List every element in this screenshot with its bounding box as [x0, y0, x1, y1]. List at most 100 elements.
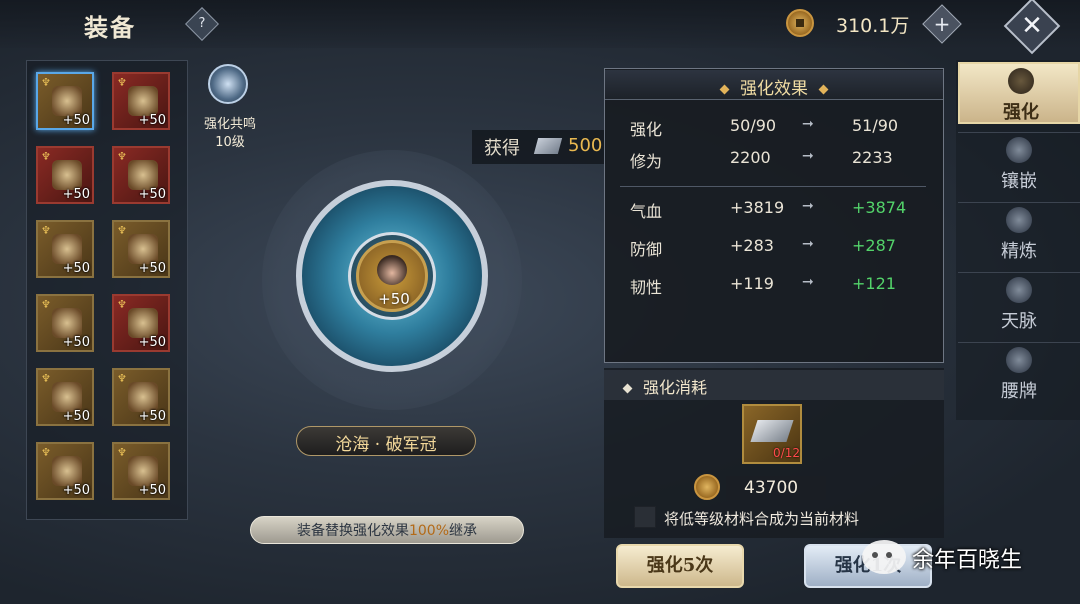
- tab-label: 腰牌: [1001, 381, 1037, 402]
- equipment-level: +50: [138, 335, 166, 350]
- equipment-slot[interactable]: ♆ +50: [36, 220, 94, 278]
- material-count: 0/12: [773, 446, 800, 460]
- rank-icon: ♆: [117, 224, 127, 237]
- cost-amount: 43700: [744, 478, 799, 498]
- resonance-level: 10级: [215, 135, 245, 150]
- item-name: 沧海 · 破军冠: [335, 435, 437, 455]
- equipment-slot[interactable]: ♆ +50: [112, 72, 170, 130]
- effect-name: 修为: [630, 152, 663, 171]
- equipment-level: +50: [138, 113, 166, 128]
- equipment-level: +50: [138, 187, 166, 202]
- effect-name: 强化: [630, 120, 663, 139]
- cost-title-text: 强化消耗: [643, 378, 708, 397]
- equipment-icon: [128, 86, 158, 116]
- diamond-icon: [622, 383, 633, 394]
- effect-current: 2200: [730, 148, 771, 167]
- effect-row: 强化 50/90 ➞ 51/90: [630, 116, 930, 140]
- equipment-slot[interactable]: ♆ +50: [36, 294, 94, 352]
- equipment-slot[interactable]: ♆ +50: [112, 294, 170, 352]
- page-title: 装备: [84, 13, 136, 42]
- gain-value: 500: [568, 135, 603, 156]
- selected-equipment-level: +50: [378, 290, 410, 308]
- equipment-level: +50: [138, 483, 166, 498]
- rank-icon: ♆: [41, 76, 51, 89]
- equipment-level: +50: [62, 261, 90, 276]
- equipment-level: +50: [138, 261, 166, 276]
- rank-icon: ♆: [41, 150, 51, 163]
- diamond-icon: [818, 84, 829, 94]
- equipment-slot[interactable]: ♆ +50: [112, 368, 170, 426]
- equipment-icon: [128, 160, 158, 190]
- equipment-level: +50: [62, 187, 90, 202]
- arrow-right-icon: ➞: [802, 236, 814, 252]
- tab-label: 强化: [1003, 102, 1039, 123]
- tab-4[interactable]: 腰牌: [958, 342, 1080, 404]
- close-icon: ✕: [1021, 11, 1043, 41]
- refine-icon: [1006, 207, 1032, 233]
- equipment-icon: [52, 86, 82, 116]
- effects-title: 强化效果: [605, 74, 943, 99]
- effect-next: +3874: [852, 198, 907, 217]
- effect-name: 韧性: [630, 278, 663, 297]
- inherit-note: 装备替换强化效果100%继承: [250, 520, 524, 540]
- rank-icon: ♆: [41, 298, 51, 311]
- effect-next: +287: [852, 236, 896, 255]
- effect-current: +119: [730, 274, 774, 293]
- equipment-icon: [52, 234, 82, 264]
- enhance-5-button[interactable]: 强化5次: [616, 544, 744, 588]
- merge-label: 将低等级材料合成为当前材料: [664, 510, 860, 528]
- plus-icon: +: [933, 12, 951, 36]
- equipment-icon: [52, 308, 82, 338]
- anvil-icon: [1008, 68, 1034, 94]
- rank-icon: ♆: [117, 76, 127, 89]
- effect-current: 50/90: [730, 116, 777, 135]
- equipment-slot[interactable]: ♆ +50: [36, 146, 94, 204]
- merge-checkbox[interactable]: [634, 506, 656, 528]
- equipment-slot[interactable]: ♆ +50: [36, 368, 94, 426]
- tab-3[interactable]: 天脉: [958, 272, 1080, 334]
- equipment-icon: [52, 382, 82, 412]
- equipment-level: +50: [62, 483, 90, 498]
- equipment-icon: [128, 382, 158, 412]
- rank-icon: ♆: [41, 446, 51, 459]
- equipment-icon: [128, 308, 158, 338]
- tab-label: 镶嵌: [1001, 171, 1037, 192]
- badge-icon: [1006, 347, 1032, 373]
- inherit-note-prefix: 装备替换强化效果: [296, 523, 409, 539]
- gem-icon: [1006, 137, 1032, 163]
- inherit-note-percent: 100%: [408, 523, 450, 539]
- helmet-icon: [377, 255, 407, 285]
- equipment-icon: [128, 456, 158, 486]
- tab-0[interactable]: 强化: [958, 62, 1080, 124]
- equipment-slot[interactable]: ♆ +50: [36, 442, 94, 500]
- rank-icon: ♆: [41, 224, 51, 237]
- coin-icon: [786, 9, 814, 37]
- tab-2[interactable]: 精炼: [958, 202, 1080, 264]
- rank-icon: ♆: [117, 446, 127, 459]
- effect-next: 51/90: [852, 116, 899, 135]
- gain-label: 获得: [484, 138, 520, 159]
- tab-label: 天脉: [1001, 311, 1037, 332]
- tab-label: 精炼: [1001, 241, 1037, 262]
- tab-1[interactable]: 镶嵌: [958, 132, 1080, 194]
- equipment-slot[interactable]: ♆ +50: [112, 220, 170, 278]
- divider: [620, 186, 926, 187]
- watermark: 余年百晓生: [912, 548, 1023, 573]
- effect-current: +3819: [730, 198, 785, 217]
- rank-icon: ♆: [117, 298, 127, 311]
- resonance-icon[interactable]: [208, 64, 248, 104]
- arrow-right-icon: ➞: [802, 116, 814, 132]
- rank-icon: ♆: [117, 372, 127, 385]
- equipment-icon: [52, 456, 82, 486]
- equipment-level: +50: [138, 409, 166, 424]
- inherit-note-suffix: 继承: [449, 523, 478, 539]
- effect-next: +121: [852, 274, 896, 293]
- effect-row: 修为 2200 ➞ 2233: [630, 148, 930, 172]
- equipment-slot[interactable]: ♆ +50: [112, 146, 170, 204]
- equipment-slot[interactable]: ♆ +50: [112, 442, 170, 500]
- equipment-slot[interactable]: ♆ +50: [36, 72, 94, 130]
- wechat-icon: [862, 540, 906, 574]
- ingot-icon: [533, 138, 563, 154]
- effect-row: 气血 +3819 ➞ +3874: [630, 198, 930, 222]
- arrow-right-icon: ➞: [802, 198, 814, 214]
